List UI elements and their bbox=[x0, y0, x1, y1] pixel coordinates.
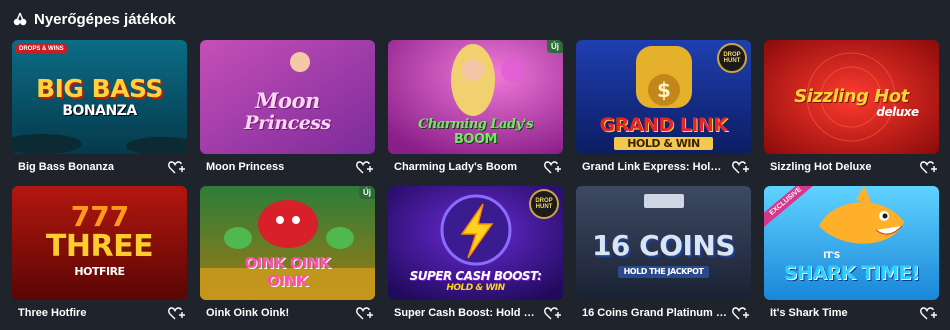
game-logo-text: OINK OINK bbox=[244, 254, 331, 272]
heart-plus-icon bbox=[732, 161, 749, 174]
game-card[interactable]: DROP HUNT SUPER CASH BOOST: HOLD & WIN S… bbox=[388, 186, 563, 326]
new-badge: Új bbox=[547, 40, 563, 53]
game-thumbnail[interactable]: $ DROP HUNT GRAND LINK HOLD & WIN bbox=[576, 40, 751, 154]
add-favorite-button[interactable] bbox=[731, 303, 751, 323]
heart-plus-icon bbox=[920, 307, 937, 320]
game-logo-text: SUPER CASH BOOST: bbox=[409, 269, 542, 283]
add-favorite-button[interactable] bbox=[919, 303, 939, 323]
heart-plus-icon bbox=[732, 307, 749, 320]
game-logo-subtext: HOTFIRE bbox=[74, 265, 125, 278]
add-favorite-button[interactable] bbox=[919, 157, 939, 177]
heart-plus-icon bbox=[920, 161, 937, 174]
game-logo-subtext: Princess bbox=[244, 112, 331, 134]
game-thumbnail[interactable]: Új Charming Lady's BOOM bbox=[388, 40, 563, 154]
games-grid: DROPS & WINS BIG BASS BONANZA Big Bass B… bbox=[12, 40, 942, 326]
game-logo-text: THREE bbox=[45, 229, 154, 264]
game-logo-subtext: HOLD & WIN bbox=[614, 137, 713, 150]
heart-plus-icon bbox=[168, 161, 185, 174]
add-favorite-button[interactable] bbox=[543, 157, 563, 177]
game-thumbnail[interactable]: Sizzling Hot deluxe bbox=[764, 40, 939, 154]
game-thumbnail[interactable]: Moon Princess bbox=[200, 40, 375, 154]
drop-hunt-badge: DROP HUNT bbox=[529, 189, 559, 219]
game-thumbnail[interactable]: Új OINK OINK OINK bbox=[200, 186, 375, 300]
new-badge: Új bbox=[359, 186, 375, 199]
game-logo-text: GRAND LINK bbox=[599, 114, 728, 136]
game-logo-text: Charming Lady's bbox=[418, 117, 533, 132]
game-card[interactable]: Sizzling Hot deluxe Sizzling Hot Deluxe bbox=[764, 40, 939, 180]
game-card[interactable]: Új Charming Lady's BOOM Charming Lady's … bbox=[388, 40, 563, 180]
add-favorite-button[interactable] bbox=[731, 157, 751, 177]
game-logo-subtext: HOLD & WIN bbox=[446, 283, 505, 293]
game-thumbnail[interactable]: DROP HUNT SUPER CASH BOOST: HOLD & WIN bbox=[388, 186, 563, 300]
game-card[interactable]: Moon Princess Moon Princess bbox=[200, 40, 375, 180]
game-logo-subtext: BONANZA bbox=[62, 103, 137, 119]
game-title[interactable]: Sizzling Hot Deluxe bbox=[770, 161, 871, 173]
game-card[interactable]: Új OINK OINK OINK Oink Oink Oink! bbox=[200, 186, 375, 326]
section-header: Nyerőgépes játékok bbox=[12, 9, 176, 29]
game-title[interactable]: Grand Link Express: Hold & Win bbox=[582, 161, 727, 173]
add-favorite-button[interactable] bbox=[355, 157, 375, 177]
heart-plus-icon bbox=[168, 307, 185, 320]
heart-plus-icon bbox=[544, 161, 561, 174]
game-thumbnail[interactable]: 16 COINS HOLD THE JACKPOT bbox=[576, 186, 751, 300]
game-logo-subtext: IT'S bbox=[823, 251, 840, 261]
game-logo-subtext: BOOM bbox=[454, 132, 497, 147]
game-thumbnail[interactable]: EXCLUSIVE IT'S SHARK TIME! bbox=[764, 186, 939, 300]
game-logo-subtext: HOLD THE JACKPOT bbox=[618, 266, 709, 278]
game-title[interactable]: It's Shark Time bbox=[770, 307, 848, 319]
game-card[interactable]: EXCLUSIVE IT'S SHARK TIME! It's Shark Ti… bbox=[764, 186, 939, 326]
add-favorite-button[interactable] bbox=[355, 303, 375, 323]
section-title: Nyerőgépes játékok bbox=[34, 10, 176, 28]
svg-text:$: $ bbox=[657, 78, 671, 102]
game-logo-text: SHARK TIME! bbox=[783, 262, 920, 284]
game-logo-subtext: deluxe bbox=[876, 105, 919, 119]
game-logo-text: Moon bbox=[255, 88, 320, 113]
game-logo-text: 16 COINS bbox=[591, 229, 736, 262]
game-logo-subtext: OINK bbox=[267, 272, 308, 290]
game-title[interactable]: Big Bass Bonanza bbox=[18, 161, 114, 173]
add-favorite-button[interactable] bbox=[543, 303, 563, 323]
game-title[interactable]: 16 Coins Grand Platinum Editi... bbox=[582, 307, 727, 319]
game-title[interactable]: Super Cash Boost: Hold & Win bbox=[394, 307, 539, 319]
game-title[interactable]: Charming Lady's Boom bbox=[394, 161, 517, 173]
cherry-icon bbox=[13, 12, 27, 26]
game-card[interactable]: 777 THREE HOTFIRE Three Hotfire bbox=[12, 186, 187, 326]
drops-wins-badge: DROPS & WINS bbox=[16, 44, 67, 54]
game-logo-text: BIG BASS bbox=[36, 74, 163, 103]
heart-plus-icon bbox=[356, 307, 373, 320]
add-favorite-button[interactable] bbox=[167, 303, 187, 323]
drop-hunt-badge: DROP HUNT bbox=[717, 43, 747, 73]
game-title[interactable]: Oink Oink Oink! bbox=[206, 307, 289, 319]
game-card[interactable]: DROPS & WINS BIG BASS BONANZA Big Bass B… bbox=[12, 40, 187, 180]
heart-plus-icon bbox=[544, 307, 561, 320]
heart-plus-icon bbox=[356, 161, 373, 174]
add-favorite-button[interactable] bbox=[167, 157, 187, 177]
game-thumbnail[interactable]: 777 THREE HOTFIRE bbox=[12, 186, 187, 300]
game-thumbnail[interactable]: DROPS & WINS BIG BASS BONANZA bbox=[12, 40, 187, 154]
game-logo-text: Sizzling Hot bbox=[794, 86, 909, 107]
game-card[interactable]: 16 COINS HOLD THE JACKPOT 16 Coins Grand… bbox=[576, 186, 751, 326]
game-title[interactable]: Three Hotfire bbox=[18, 307, 86, 319]
game-card[interactable]: $ DROP HUNT GRAND LINK HOLD & WIN Grand … bbox=[576, 40, 751, 180]
game-title[interactable]: Moon Princess bbox=[206, 161, 284, 173]
